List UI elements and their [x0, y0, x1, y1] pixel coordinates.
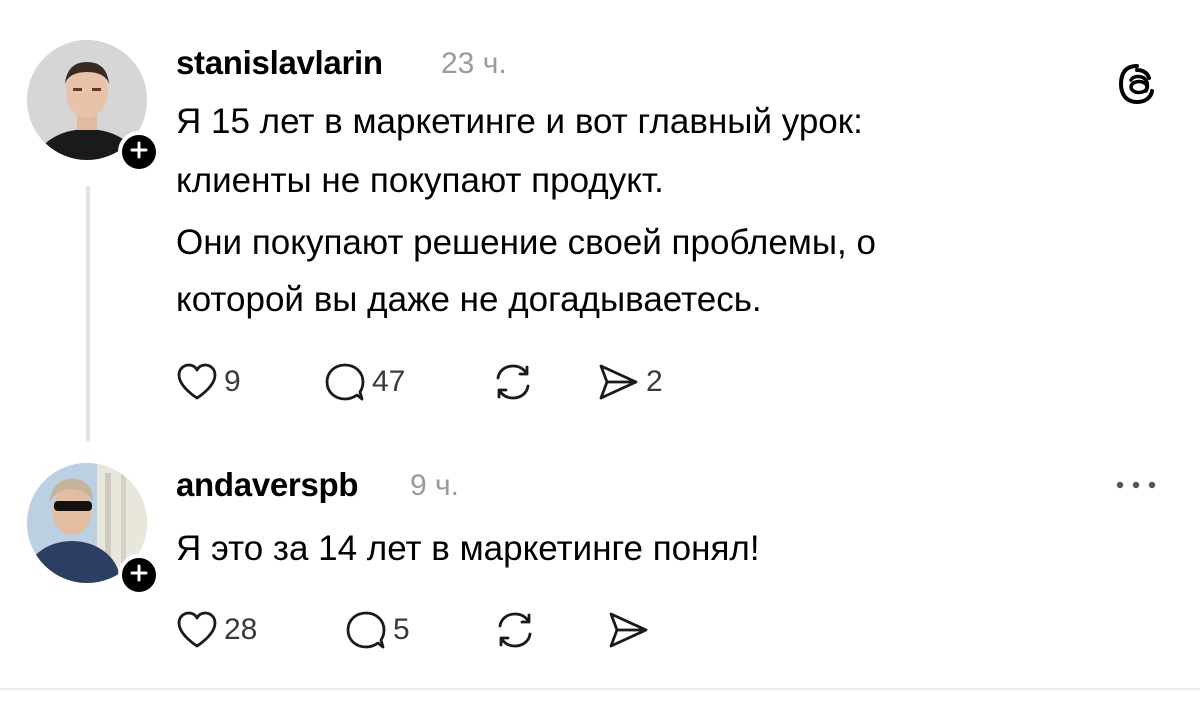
thread-connector-line: [86, 186, 90, 442]
feed-divider: [0, 688, 1200, 690]
comment-icon: [324, 362, 366, 402]
reply-count: 47: [372, 365, 406, 398]
repost-icon: [492, 610, 538, 650]
post-text-line: клиенты не покупают продукт.: [176, 161, 664, 200]
repost-button[interactable]: [492, 610, 538, 650]
post-text-line: Я это за 14 лет в маркетинге понял!: [176, 529, 760, 568]
post-time: 9 ч.: [410, 469, 459, 502]
repost-button[interactable]: [490, 362, 536, 402]
username[interactable]: stanislavlarin: [176, 44, 383, 82]
heart-icon: [176, 362, 218, 402]
more-options-button[interactable]: [1112, 474, 1160, 496]
follow-button[interactable]: [118, 131, 160, 173]
share-button[interactable]: 2: [596, 362, 663, 402]
send-icon: [596, 362, 640, 402]
reply-button[interactable]: 5: [345, 610, 410, 650]
heart-icon: [176, 610, 218, 650]
share-button[interactable]: [606, 610, 650, 650]
send-icon: [606, 610, 650, 650]
post-1-avatar-wrap: [27, 40, 162, 175]
plus-icon: [129, 140, 149, 165]
reply-count: 5: [393, 613, 410, 646]
post-text-line: Я 15 лет в маркетинге и вот главный урок…: [176, 102, 863, 141]
like-count: 28: [224, 613, 258, 646]
follow-button[interactable]: [118, 554, 160, 596]
like-button[interactable]: 28: [176, 610, 257, 650]
share-count: 2: [646, 365, 663, 398]
more-icon: [1112, 481, 1160, 500]
like-button[interactable]: 9: [176, 362, 241, 402]
comment-icon: [345, 610, 387, 650]
post-2-avatar-wrap: [27, 463, 162, 598]
repost-icon: [490, 362, 536, 402]
post-text-line: Они покупают решение своей проблемы, о: [176, 223, 876, 262]
reply-button[interactable]: 47: [324, 362, 405, 402]
like-count: 9: [224, 365, 241, 398]
threads-feed: stanislavlarin 23 ч. Я 15 лет в маркетин…: [0, 0, 1200, 703]
threads-logo-icon[interactable]: [1113, 60, 1161, 113]
post-text-line: которой вы даже не догадываетесь.: [176, 280, 762, 319]
username[interactable]: andaverspb: [176, 466, 359, 504]
post-time: 23 ч.: [441, 47, 507, 80]
plus-icon: [129, 563, 149, 588]
